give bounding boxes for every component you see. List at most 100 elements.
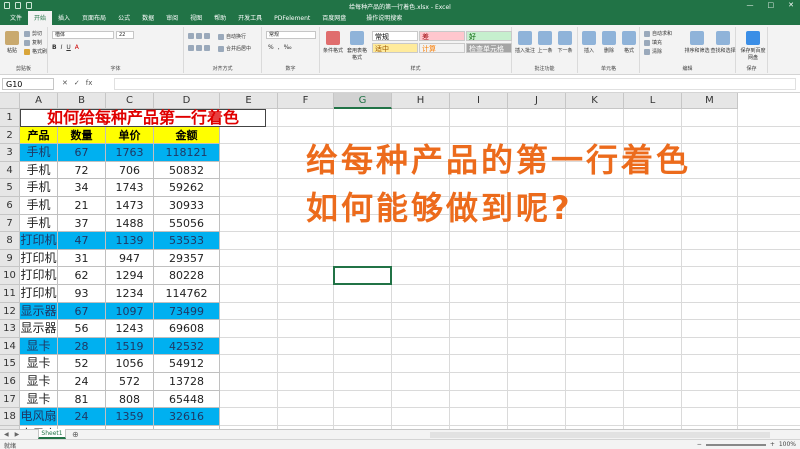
autosum-button[interactable]: 自动求和	[644, 30, 672, 37]
tab-8[interactable]: 帮助	[208, 11, 232, 25]
minimize-button[interactable]: —	[747, 1, 754, 9]
horizontal-scrollbar[interactable]	[430, 432, 770, 438]
value-cell[interactable]: 56	[58, 320, 106, 338]
value-cell[interactable]: 1097	[106, 302, 154, 321]
value-cell[interactable]: 65448	[154, 390, 220, 409]
tab-0[interactable]: 文件	[4, 11, 28, 25]
column-header[interactable]: H	[392, 93, 450, 109]
cut-button[interactable]: 剪切	[24, 30, 42, 37]
value-cell[interactable]: 31	[58, 249, 106, 268]
row-header[interactable]: 15	[0, 355, 20, 373]
prev-comment-button[interactable]: 上一条	[534, 31, 556, 54]
cell-style-4[interactable]: 计算	[419, 43, 465, 53]
header-cell[interactable]: 单价	[106, 126, 154, 145]
header-cell[interactable]: 金额	[154, 126, 220, 145]
cell-style-0[interactable]: 常规	[372, 31, 418, 41]
column-header[interactable]: F	[278, 93, 334, 109]
tab-10[interactable]: PDFelement	[268, 13, 316, 25]
row-header[interactable]: 10	[0, 267, 20, 285]
permille-button[interactable]: ‰	[284, 44, 292, 51]
product-cell[interactable]: 显卡	[20, 337, 58, 356]
add-sheet-icon[interactable]: ⊕	[72, 430, 79, 439]
value-cell[interactable]: 52	[58, 355, 106, 373]
value-cell[interactable]: 1243	[106, 320, 154, 338]
select-all-corner[interactable]	[0, 93, 20, 109]
row-header[interactable]: 1	[0, 109, 20, 127]
value-cell[interactable]: 69608	[154, 320, 220, 338]
value-cell[interactable]: 1519	[106, 337, 154, 356]
cell-style-3[interactable]: 适中	[372, 43, 418, 53]
value-cell[interactable]: 1294	[106, 267, 154, 285]
prev-sheet-icon[interactable]: ◀	[4, 431, 9, 438]
product-cell[interactable]: 打印机	[20, 267, 58, 285]
value-cell[interactable]: 62	[58, 267, 106, 285]
column-header[interactable]: I	[450, 93, 508, 109]
product-cell[interactable]: 打印机	[20, 249, 58, 268]
tell-me-search[interactable]: 操作说明搜索	[360, 11, 408, 25]
column-header[interactable]: A	[20, 93, 58, 109]
row-header[interactable]: 17	[0, 390, 20, 409]
tab-9[interactable]: 开发工具	[232, 11, 268, 25]
row-header[interactable]: 3	[0, 144, 20, 162]
row-header[interactable]: 4	[0, 161, 20, 180]
row-header[interactable]: 6	[0, 197, 20, 215]
align-top-buttons[interactable]	[188, 33, 210, 39]
conditional-format-button[interactable]: 条件格式	[322, 31, 344, 54]
column-header[interactable]: E	[220, 93, 278, 109]
next-comment-button[interactable]: 下一条	[554, 31, 576, 54]
value-cell[interactable]: 1234	[106, 285, 154, 303]
value-cell[interactable]: 32616	[154, 408, 220, 426]
product-cell[interactable]: 显示器	[20, 302, 58, 321]
tab-2[interactable]: 插入	[52, 11, 76, 25]
wrap-text-button[interactable]: 自动换行	[218, 33, 246, 40]
product-cell[interactable]: 显卡	[20, 390, 58, 409]
value-cell[interactable]: 572	[106, 373, 154, 391]
row-header[interactable]: 7	[0, 214, 20, 233]
value-cell[interactable]: 72	[58, 161, 106, 180]
fill-button[interactable]: 填充	[644, 39, 662, 46]
sort-filter-button[interactable]: 排序和筛选	[684, 31, 710, 54]
tab-7[interactable]: 视图	[184, 11, 208, 25]
tab-1[interactable]: 开始	[28, 11, 53, 25]
row-header[interactable]: 9	[0, 249, 20, 268]
value-cell[interactable]: 1743	[106, 179, 154, 197]
close-button[interactable]: ✕	[788, 1, 794, 9]
column-header[interactable]: D	[154, 93, 220, 109]
clear-button[interactable]: 清除	[644, 48, 662, 55]
sheet-title-cell[interactable]: 如何给每种产品第一行着色	[20, 109, 266, 127]
tab-11[interactable]: 百度网盘	[316, 11, 352, 25]
value-cell[interactable]: 55056	[154, 214, 220, 233]
value-cell[interactable]: 37	[58, 214, 106, 233]
insert-cells-button[interactable]: 插入	[578, 31, 600, 54]
value-cell[interactable]: 1473	[106, 197, 154, 215]
formula-input[interactable]	[114, 78, 796, 90]
tab-5[interactable]: 数据	[136, 11, 160, 25]
value-cell[interactable]: 73499	[154, 302, 220, 321]
cancel-icon[interactable]: ✕	[62, 79, 68, 87]
row-header[interactable]: 14	[0, 337, 20, 356]
maximize-button[interactable]: □	[768, 1, 775, 9]
copy-button[interactable]: 复制	[24, 39, 42, 46]
save-cloud-button[interactable]: 保存到百度网盘	[740, 31, 766, 61]
value-cell[interactable]: 54912	[154, 355, 220, 373]
value-cell[interactable]: 1056	[106, 355, 154, 373]
value-cell[interactable]: 28	[58, 337, 106, 356]
value-cell[interactable]: 24	[58, 373, 106, 391]
cell-style-5[interactable]: 检查单元格	[466, 43, 512, 53]
value-cell[interactable]: 21	[58, 197, 106, 215]
value-cell[interactable]: 81	[58, 390, 106, 409]
format-painter-button[interactable]: 格式刷	[24, 48, 47, 55]
value-cell[interactable]: 53533	[154, 232, 220, 250]
cell-style-2[interactable]: 好	[466, 31, 512, 41]
value-cell[interactable]: 706	[106, 161, 154, 180]
value-cell[interactable]: 13728	[154, 373, 220, 391]
value-cell[interactable]: 29357	[154, 249, 220, 268]
font-color-button[interactable]: A	[75, 44, 79, 51]
value-cell[interactable]: 1359	[106, 408, 154, 426]
value-cell[interactable]: 67	[58, 302, 106, 321]
format-cells-button[interactable]: 格式	[618, 31, 640, 54]
value-cell[interactable]: 80228	[154, 267, 220, 285]
enter-icon[interactable]: ✓	[74, 79, 80, 87]
font-name-select[interactable]: 楷体	[52, 31, 114, 39]
selected-cell[interactable]	[333, 266, 392, 285]
